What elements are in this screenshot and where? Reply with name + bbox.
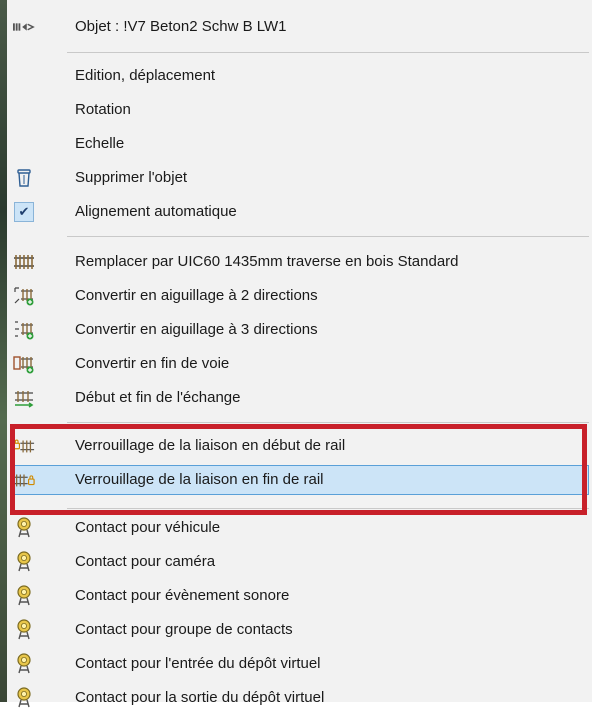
menu-item-contact-camera[interactable]: Contact pour caméra <box>7 545 592 579</box>
track-replace-icon <box>13 251 35 273</box>
menu-item-label: Convertir en fin de voie <box>75 355 230 372</box>
contact-icon <box>13 687 35 709</box>
menu-separator <box>67 508 589 509</box>
menu-item-label: Alignement automatique <box>75 203 237 220</box>
menu-item-contact-depot-entry[interactable]: Contact pour l'entrée du dépôt virtuel <box>7 647 592 681</box>
track-end-icon <box>13 353 35 375</box>
menu-item-label: Convertir en aiguillage à 2 directions <box>75 287 318 304</box>
menu-header-object: Objet : !V7 Beton2 Schw B LW1 <box>7 10 592 44</box>
menu-item-delete-object[interactable]: Supprimer l'objet <box>7 161 592 195</box>
contact-icon <box>13 653 35 675</box>
menu-item-rotation[interactable]: Rotation <box>7 93 592 127</box>
menu-item-lock-rail-start[interactable]: Verrouillage de la liaison en début de r… <box>7 429 592 463</box>
menu-item-scale[interactable]: Echelle <box>7 127 592 161</box>
menu-item-lock-rail-end[interactable]: Verrouillage de la liaison en fin de rai… <box>7 463 592 497</box>
menu-item-label: Echelle <box>75 135 125 152</box>
menu-item-convert-switch-3[interactable]: Convertir en aiguillage à 3 directions <box>7 313 592 347</box>
menu-item-label: Contact pour la sortie du dépôt virtuel <box>75 689 325 706</box>
contact-icon <box>13 551 35 573</box>
menu-item-label: Rotation <box>75 101 131 118</box>
contact-icon <box>13 619 35 641</box>
menu-item-contact-group[interactable]: Contact pour groupe de contacts <box>7 613 592 647</box>
object-type-icon <box>13 16 35 38</box>
menu-item-label: Contact pour caméra <box>75 553 216 570</box>
menu-item-label: Convertir en aiguillage à 3 directions <box>75 321 318 338</box>
menu-item-label: Verrouillage de la liaison en début de r… <box>75 437 346 454</box>
menu-item-edit-move[interactable]: Edition, déplacement <box>7 59 592 93</box>
menu-item-contact-vehicle[interactable]: Contact pour véhicule <box>7 511 592 545</box>
menu-separator <box>67 52 589 53</box>
background-window-edge <box>0 0 7 702</box>
menu-separator <box>67 422 589 423</box>
exchange-icon <box>13 387 35 409</box>
contact-icon <box>13 517 35 539</box>
menu-item-label: Début et fin de l'échange <box>75 389 241 406</box>
trash-icon <box>13 167 35 189</box>
menu-item-label: Edition, déplacement <box>75 67 216 84</box>
menu-item-label: Remplacer par UIC60 1435mm traverse en b… <box>75 253 459 270</box>
menu-separator <box>67 236 589 237</box>
menu-header-label: Objet : !V7 Beton2 Schw B LW1 <box>75 18 287 35</box>
switch-2way-icon <box>13 285 35 307</box>
menu-item-convert-switch-2[interactable]: Convertir en aiguillage à 2 directions <box>7 279 592 313</box>
menu-item-exchange[interactable]: Début et fin de l'échange <box>7 381 592 415</box>
menu-item-label: Supprimer l'objet <box>75 169 188 186</box>
menu-item-label: Contact pour évènement sonore <box>75 587 290 604</box>
menu-item-auto-align[interactable]: ✔ Alignement automatique <box>7 195 592 229</box>
menu-item-label: Contact pour l'entrée du dépôt virtuel <box>75 655 321 672</box>
lock-rail-start-icon <box>13 435 35 457</box>
menu-item-contact-depot-exit[interactable]: Contact pour la sortie du dépôt virtuel <box>7 681 592 715</box>
lock-rail-end-icon <box>13 469 35 491</box>
menu-item-label: Verrouillage de la liaison en fin de rai… <box>75 471 324 488</box>
menu-item-label: Contact pour groupe de contacts <box>75 621 293 638</box>
context-menu: Objet : !V7 Beton2 Schw B LW1 Edition, d… <box>7 0 592 708</box>
menu-item-convert-track-end[interactable]: Convertir en fin de voie <box>7 347 592 381</box>
menu-item-label: Contact pour véhicule <box>75 519 221 536</box>
contact-icon <box>13 585 35 607</box>
menu-item-contact-sound-event[interactable]: Contact pour évènement sonore <box>7 579 592 613</box>
checkmark-icon: ✔ <box>13 201 35 223</box>
switch-3way-icon <box>13 319 35 341</box>
menu-item-replace-track[interactable]: Remplacer par UIC60 1435mm traverse en b… <box>7 245 592 279</box>
